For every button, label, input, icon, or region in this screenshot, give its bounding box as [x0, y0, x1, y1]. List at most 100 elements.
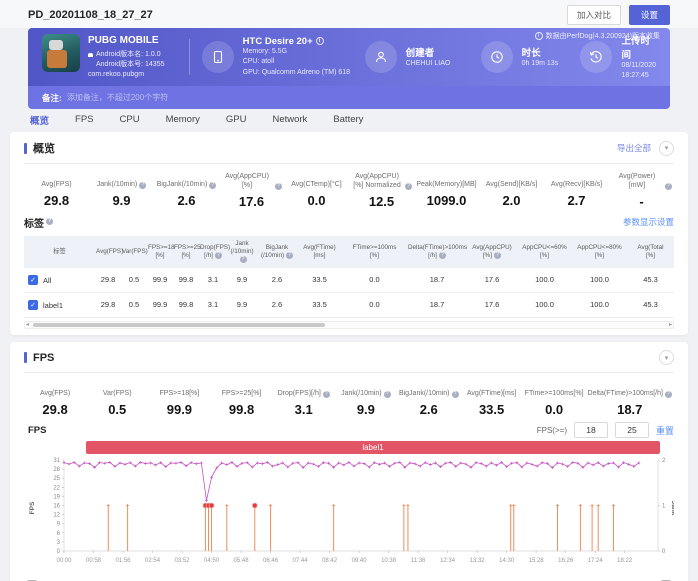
help-icon[interactable]: ? [286, 251, 294, 259]
tab-Network[interactable]: Network [272, 114, 307, 125]
table-scrollbar-thumb[interactable] [33, 323, 325, 328]
device-info-block: HTC Desire 20+ i Memory: 5.5G CPU: atoll… [201, 36, 353, 79]
param-display-settings-link[interactable]: 参数显示设置 [623, 216, 674, 228]
cell-value: 9.9 [236, 275, 248, 285]
cell-value: 99.9 [152, 275, 168, 285]
creator-value: CHEHUI LIAO [405, 59, 451, 67]
settings-button[interactable]: 设置 [628, 4, 670, 25]
svg-text:06:46: 06:46 [263, 558, 279, 564]
column-header-BigJank: BigJank (/10min)? [257, 236, 297, 269]
cell-value: 17.6 [484, 300, 500, 310]
row-label: label1 [43, 300, 64, 310]
help-icon[interactable]: ? [405, 182, 412, 190]
note-input[interactable]: 添加备注，不超过200个字符 [67, 92, 168, 103]
metric-value: 99.8 [228, 402, 255, 418]
svg-text:09:40: 09:40 [352, 558, 368, 564]
help-icon[interactable]: ? [275, 182, 282, 190]
svg-text:04:50: 04:50 [204, 558, 220, 564]
svg-text:13:32: 13:32 [470, 558, 486, 564]
cell-value: 100.0 [590, 275, 609, 285]
device-info-icon[interactable]: i [315, 37, 324, 46]
fps-threshold-input-1[interactable] [573, 422, 608, 439]
metric-Avg(AppCPU)[%]: Avg(AppCPU)[%]? 17.6 [219, 173, 284, 209]
cell-value: 18.7 [429, 275, 445, 285]
help-icon[interactable]: ? [451, 391, 459, 399]
metric-Avg(FPS): Avg(FPS) 29.8 [24, 382, 86, 417]
upload-time-value: 08/11/2020 18:27:45 [621, 61, 656, 80]
column-header-Avg(FPS): Avg(FPS) [96, 247, 124, 255]
metric-Avg(AppCPU)[%] Normalized: Avg(AppCPU)[%] Normalized? 12.5 [349, 173, 414, 209]
svg-text:6: 6 [57, 531, 61, 537]
help-icon[interactable]: ? [322, 391, 330, 399]
help-icon[interactable]: ? [664, 391, 672, 399]
table-row-label1: ✓ label1 29.8 0.5 99.9 99.8 3.1 9.9 2.6 33.5 0.0 18… [24, 293, 674, 319]
section-tabs: 概览 FPS CPU Memory GPU Network Battery [0, 109, 698, 130]
svg-text:08:42: 08:42 [322, 558, 338, 564]
metric-Jank(/10min): Jank(/10min)? 9.9 [89, 173, 154, 209]
help-icon[interactable]: ? [209, 182, 217, 189]
reset-button[interactable]: 重置 [656, 424, 674, 437]
add-compare-button[interactable]: 加入对比 [566, 4, 621, 25]
row-checkbox[interactable]: ✓ [28, 275, 38, 286]
svg-text:12: 12 [53, 513, 60, 519]
export-all-link[interactable]: 导出全部 [617, 142, 651, 154]
svg-text:03:52: 03:52 [175, 558, 191, 564]
help-icon[interactable]: ? [139, 182, 147, 189]
svg-text:19: 19 [53, 494, 60, 500]
tab-GPU[interactable]: GPU [226, 114, 247, 125]
help-icon[interactable]: ? [438, 251, 446, 259]
metric-Delta(FTime)>100ms[/h]: Delta(FTime)>100ms[/h]? 18.7 [586, 382, 674, 417]
column-header-Drop(FPS): Drop(FPS) [/h]? [200, 243, 231, 259]
fps-threshold-input-2[interactable] [614, 422, 649, 439]
collapse-overview-button[interactable]: ▾ [659, 140, 674, 156]
cell-value: 100.0 [590, 300, 609, 310]
tab-概览[interactable]: 概览 [30, 113, 49, 127]
creator-block: 创建者 CHEHUI LIAO [364, 41, 471, 73]
column-header-Avg(AppCPU): Avg(AppCPU) [%]? [472, 243, 512, 259]
scroll-right-arrow[interactable]: ▸ [669, 321, 672, 328]
fps-chart[interactable]: 31 28 25 22 19 16 12 9 6 3 0 FPS 2 1 0 Jank 00:00 00:58 01… [24, 456, 677, 574]
metric-FTime>=100ms[%]: FTime>=100ms[%] 0.0 [524, 390, 584, 418]
help-icon[interactable]: ? [46, 217, 53, 225]
cell-value: 29.8 [100, 300, 116, 310]
column-header-Var(FPS): Var(FPS) [122, 247, 148, 255]
metric-Drop(FPS)[/h]: Drop(FPS)[/h]? 3.1 [273, 382, 335, 417]
metric-value: 17.6 [238, 193, 265, 209]
cell-value: 45.3 [643, 275, 658, 285]
history-clock-icon [580, 41, 613, 73]
metric-value: 9.9 [112, 193, 131, 208]
device-cpu: CPU: atoll [242, 58, 275, 66]
metric-value: 9.9 [356, 402, 375, 418]
scroll-left-arrow[interactable]: ◂ [26, 321, 29, 328]
help-icon[interactable]: ? [214, 251, 222, 259]
column-header-FPS>=18: FPS>=18 [%] [148, 243, 175, 259]
fps-metrics-row: Avg(FPS) 29.8 Var(FPS) 0.5 FPS>=18[%] 99.9 FPS… [24, 382, 674, 417]
collapse-fps-button[interactable]: ▾ [659, 350, 674, 366]
app-info-block: PUBG MOBILE Android版本名: 1.0.0 Android版本号… [42, 34, 177, 80]
column-header-FPS>=25: FPS>=25 [%] [174, 243, 201, 259]
row-checkbox[interactable]: ✓ [28, 300, 38, 311]
cell-value: 99.8 [178, 300, 194, 310]
label1-band[interactable]: label1 [86, 441, 660, 455]
svg-text:2: 2 [662, 458, 666, 464]
duration-label: 时长 [521, 47, 541, 59]
help-icon[interactable]: ? [494, 251, 502, 259]
help-icon[interactable]: ? [239, 255, 247, 263]
duration-block: 时长 0h 19m 13s [480, 41, 571, 73]
cell-value: 33.5 [312, 300, 327, 310]
tab-CPU[interactable]: CPU [120, 114, 140, 125]
svg-text:02:54: 02:54 [145, 558, 161, 564]
svg-text:28: 28 [53, 467, 60, 473]
tab-Memory[interactable]: Memory [166, 114, 200, 125]
column-header-Avg(Total: Avg(Total [%] [637, 243, 664, 259]
note-bar: 备注: 添加备注，不超过200个字符 [28, 86, 670, 109]
help-icon[interactable]: ? [383, 391, 391, 399]
help-icon[interactable]: ? [665, 182, 672, 190]
tab-Battery[interactable]: Battery [333, 114, 363, 125]
svg-text:16: 16 [53, 504, 60, 510]
column-header-AppCPU<=80%: AppCPU<=80% [%] [577, 243, 622, 259]
session-header-banner: i 数据由PerfDog(4.3.200924)版本收集 PUBG MOBILE… [28, 28, 670, 109]
svg-text:FPS: FPS [29, 501, 36, 514]
metric-value: 99.9 [166, 402, 193, 418]
tab-FPS[interactable]: FPS [75, 114, 93, 125]
